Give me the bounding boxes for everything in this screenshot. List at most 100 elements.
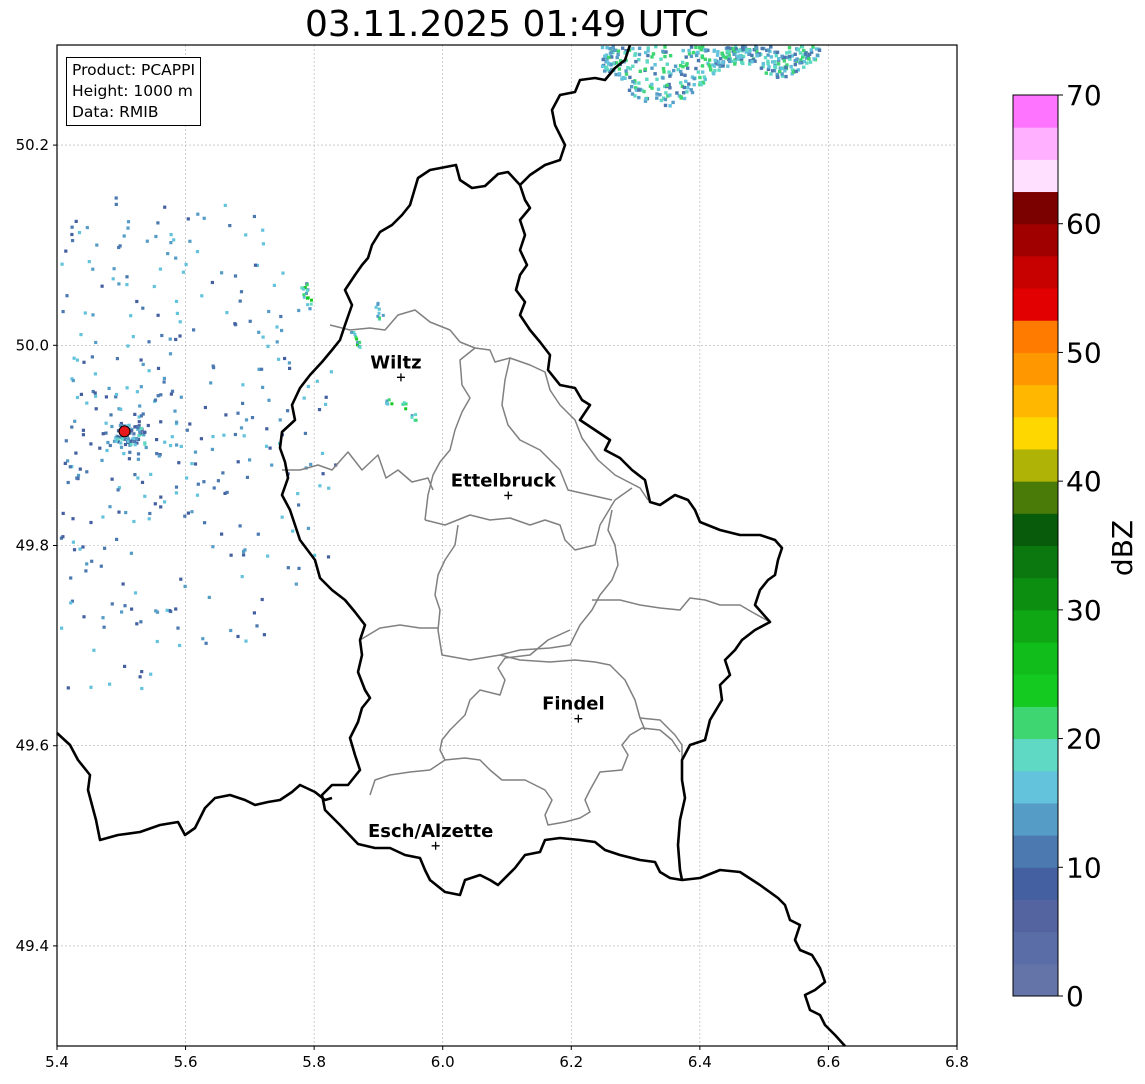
echo-pixel <box>681 60 685 65</box>
echo-pixel <box>796 47 801 51</box>
echo-pixel <box>71 540 75 544</box>
echo-pixel <box>281 271 285 275</box>
echo-pixel <box>229 628 233 633</box>
echo-pixel <box>305 283 309 287</box>
echo-pixel <box>120 610 124 614</box>
y-tick-label: 49.8 <box>16 537 49 555</box>
echo-pixel <box>804 52 808 56</box>
echo-pixel <box>127 423 131 427</box>
echo-pixel <box>125 283 129 287</box>
echo-pixel <box>603 69 607 73</box>
echo-pixel <box>643 67 648 71</box>
echo-pixel <box>798 61 802 65</box>
echo-pixel <box>769 55 774 59</box>
echo-pixel <box>244 233 248 237</box>
x-axis: 5.4 5.6 5.8 6.0 6.2 6.4 6.6 6.8 <box>45 1046 969 1071</box>
echo-pixel <box>162 376 166 380</box>
echo-pixel <box>202 216 206 220</box>
echo-pixel <box>713 58 717 63</box>
echo-pixel <box>178 320 182 324</box>
echo-pixel <box>188 239 192 243</box>
echo-pixel <box>600 64 605 68</box>
echo-pixel <box>225 311 229 315</box>
echo-pixel <box>139 620 143 624</box>
echo-pixel <box>81 545 85 549</box>
echo-pixel <box>679 96 683 100</box>
echo-pixel <box>659 57 663 61</box>
echo-pixel <box>193 450 198 454</box>
echo-pixel <box>686 86 690 90</box>
echo-pixel <box>694 66 698 71</box>
echo-pixel <box>91 267 95 271</box>
echo-pixel <box>252 214 256 219</box>
echo-pixel <box>268 446 272 450</box>
echo-pixel <box>90 559 94 563</box>
echo-pixel <box>252 611 256 615</box>
echo-pixel <box>156 366 161 370</box>
echo-pixel <box>72 356 76 360</box>
echo-pixel <box>129 442 133 446</box>
echo-pixel <box>306 303 310 307</box>
echo-pixel <box>195 250 200 254</box>
echo-pixel <box>261 242 265 246</box>
echo-pixel <box>126 344 130 348</box>
echo-pixel <box>99 564 103 568</box>
echo-pixel <box>122 234 126 238</box>
echo-pixel <box>264 444 269 448</box>
echo-pixel <box>309 298 313 302</box>
echo-pixel <box>211 364 215 368</box>
echo-pixel <box>139 385 143 389</box>
echo-pixel <box>650 66 654 70</box>
colorbar-segment <box>1013 835 1058 868</box>
echo-pixel <box>621 46 625 50</box>
echo-pixel <box>414 413 418 417</box>
echo-pixel <box>600 45 605 50</box>
echo-pixel <box>759 66 764 70</box>
echo-pixel <box>83 311 87 315</box>
echo-pixel <box>168 337 172 341</box>
echo-pixel <box>763 55 768 60</box>
map-plot-area[interactable]: Wiltz Ettelbruck Findel Esch/Alzette <box>56 44 958 1047</box>
echo-pixel <box>199 437 203 441</box>
echo-pixel <box>228 224 232 228</box>
echo-pixel <box>727 59 732 64</box>
echo-pixel <box>135 622 139 626</box>
city-label: Ettelbruck <box>451 470 557 491</box>
echo-pixel <box>132 439 137 444</box>
echo-pixel <box>656 87 661 91</box>
echo-pixel <box>91 313 95 317</box>
colorbar-segment <box>1013 320 1058 353</box>
echo-pixel <box>136 457 140 461</box>
echo-pixel <box>304 291 308 295</box>
echo-pixel <box>278 418 282 422</box>
echo-pixel <box>661 76 665 80</box>
echo-pixel <box>623 76 627 80</box>
echo-pixel <box>168 352 173 356</box>
echo-pixel <box>179 395 183 399</box>
echo-pixel <box>233 432 237 437</box>
echo-pixel <box>655 96 659 100</box>
echo-pixel <box>65 294 69 298</box>
echo-pixel <box>736 49 740 54</box>
echo-pixel <box>630 92 635 96</box>
echo-pixel <box>159 393 163 397</box>
echo-pixel <box>776 75 780 79</box>
echo-pixel <box>104 431 108 435</box>
echo-pixel <box>745 48 749 52</box>
colorbar-segment <box>1013 609 1058 643</box>
colorbar-tick-label: 60 <box>1066 208 1102 241</box>
echo-pixel <box>174 256 178 260</box>
echo-pixel <box>653 63 657 67</box>
echo-pixel <box>220 271 224 275</box>
echo-pixel <box>119 445 124 449</box>
echo-pixel <box>242 434 246 438</box>
echo-pixel <box>386 402 390 406</box>
colorbar-segment <box>1013 899 1058 933</box>
echo-pixel <box>240 575 244 579</box>
radar-site-marker[interactable] <box>118 425 131 438</box>
echo-pixel <box>615 55 619 60</box>
colorbar-segment <box>1013 513 1058 546</box>
echo-pixel <box>716 50 720 54</box>
echo-pixel <box>60 262 64 266</box>
echo-pixel <box>133 443 137 447</box>
